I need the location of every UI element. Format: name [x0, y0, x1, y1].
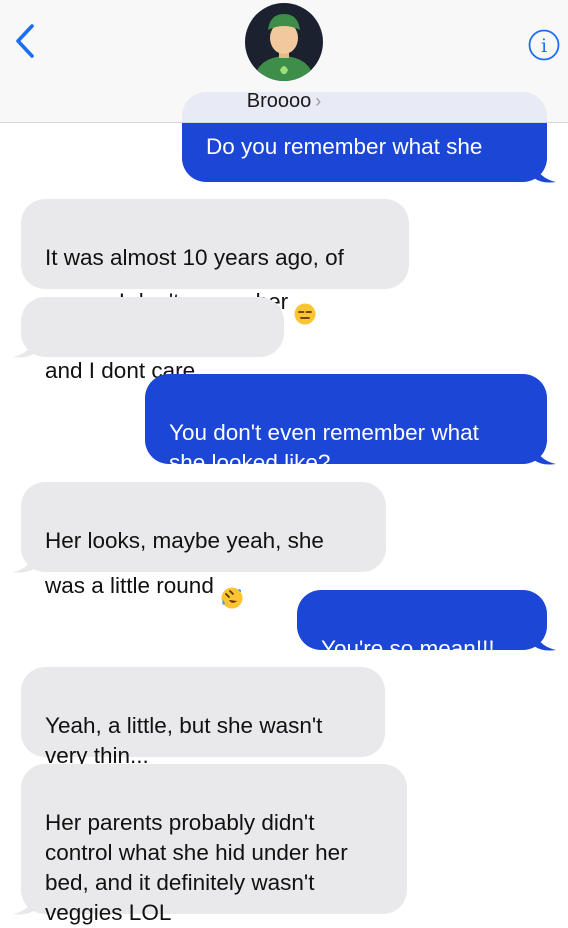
- bubble-tail-incoming: [13, 894, 35, 915]
- message-bubble-incoming[interactable]: and I dont care: [21, 297, 284, 394]
- info-glyph: i: [541, 35, 547, 57]
- info-icon: i: [528, 29, 560, 61]
- message-bubble-incoming[interactable]: It was almost 10 years ago, of course I …: [21, 199, 409, 325]
- message-bubble-incoming[interactable]: Her parents probably didn't control what…: [21, 764, 407, 925]
- message-partial-text: Do you remember what she: [206, 134, 483, 159]
- bubble-tail-incoming: [13, 337, 35, 358]
- bubble-tail-outgoing: [534, 444, 556, 465]
- bubble-tail-outgoing: [534, 162, 556, 183]
- contact-name: Broooo: [246, 90, 312, 112]
- conversation-header: Broooo › i: [0, 0, 568, 123]
- bubble-tail-incoming: [13, 552, 35, 573]
- message-bubble-incoming[interactable]: Yeah, a little, but she wasn't very thin…: [21, 667, 385, 768]
- message-bubble-incoming[interactable]: Her looks, maybe yeah, she was a little …: [21, 482, 386, 609]
- bubble-tail-outgoing: [534, 630, 556, 651]
- chevron-right-icon: ›: [315, 91, 322, 111]
- contact-name-button[interactable]: Broooo ›: [0, 90, 568, 113]
- message-text: Yeah, a little, but she wasn't very thin…: [45, 713, 323, 768]
- info-button[interactable]: i: [527, 28, 561, 62]
- expressionless-face-emoji-icon: [294, 273, 316, 333]
- message-thread: Do you remember what she looked like or …: [0, 0, 568, 928]
- message-text: Her looks, maybe yeah, she was a little …: [45, 528, 324, 598]
- back-button[interactable]: [6, 18, 46, 64]
- chevron-left-icon: [16, 24, 34, 58]
- rolling-on-floor-laughing-emoji-icon: [220, 556, 244, 618]
- avatar[interactable]: [244, 2, 324, 82]
- message-text: You're so mean!!!: [321, 636, 495, 661]
- contact-avatar-icon: [245, 3, 323, 81]
- message-bubble-outgoing[interactable]: You're so mean!!!: [297, 590, 547, 661]
- message-text: Her parents probably didn't control what…: [45, 810, 348, 925]
- message-bubble-outgoing[interactable]: You don't even remember what she looked …: [145, 374, 547, 475]
- message-text: You don't even remember what she looked …: [169, 420, 479, 475]
